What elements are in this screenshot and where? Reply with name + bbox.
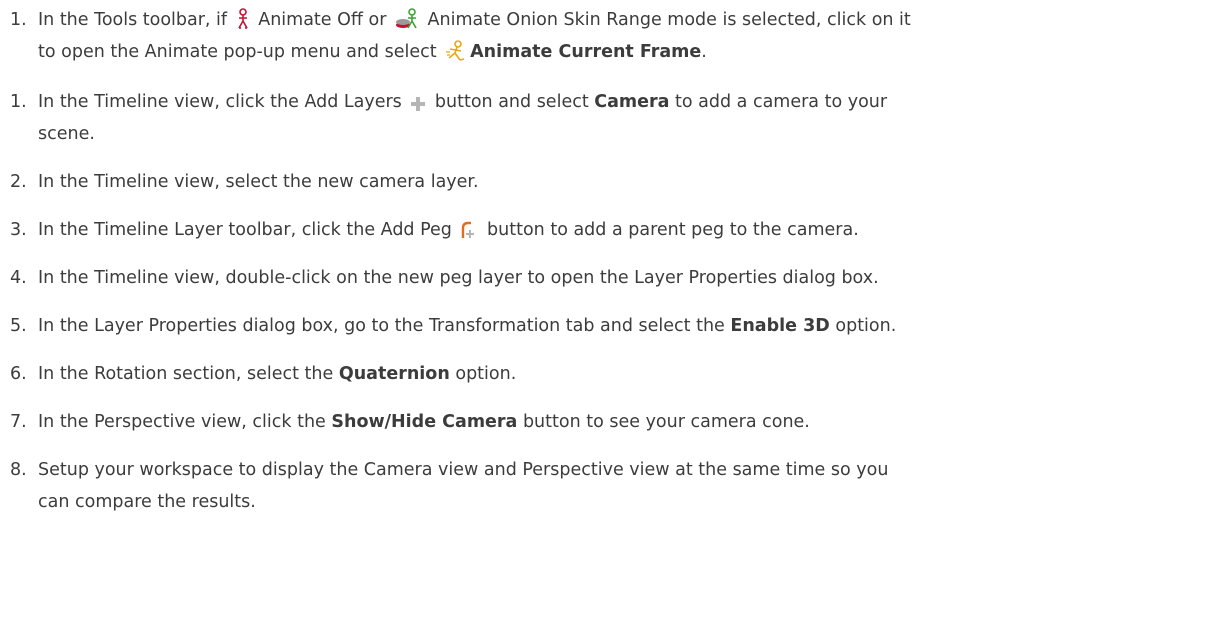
- add-peg-icon: [460, 220, 478, 240]
- animate-current-frame-icon: [445, 40, 467, 62]
- step-5: 5. In the Layer Properties dialog box, go…: [10, 310, 1205, 342]
- step-number: 4.: [10, 268, 27, 288]
- step-3: 3. In the Timeline Layer toolbar, click t…: [10, 214, 1205, 246]
- step-number: 5.: [10, 316, 27, 336]
- step-8: 8. Setup your workspace to display the Ca…: [10, 454, 1205, 518]
- step-1-tools: 1. In the Tools toolbar, if Animate Off o…: [10, 4, 1205, 68]
- step-number: 1.: [10, 92, 27, 112]
- add-layers-icon: [410, 96, 426, 112]
- instruction-steps: 1. In the Tools toolbar, if Animate Off o…: [0, 0, 1220, 634]
- step-number: 1.: [10, 10, 27, 30]
- step-2: 2. In the Timeline view, select the new c…: [10, 166, 1205, 198]
- step-number: 7.: [10, 412, 27, 432]
- step-1-camera: 1. In the Timeline view, click the Add La…: [10, 86, 1205, 150]
- bold-term: Animate Current Frame: [470, 42, 702, 62]
- bold-term: Show/Hide Camera: [331, 412, 518, 432]
- animate-onion-skin-range-icon: [395, 8, 419, 30]
- bold-term: Enable 3D: [730, 316, 830, 336]
- bold-term: Camera: [594, 92, 670, 112]
- step-number: 2.: [10, 172, 27, 192]
- step-7: 7. In the Perspective view, click the Sho…: [10, 406, 1205, 438]
- step-number: 6.: [10, 364, 27, 384]
- step-4: 4. In the Timeline view, double-click on …: [10, 262, 1205, 294]
- animate-off-icon: [236, 8, 250, 30]
- step-number: 3.: [10, 220, 27, 240]
- bold-term: Quaternion: [338, 364, 450, 384]
- step-number: 8.: [10, 460, 27, 480]
- step-6: 6. In the Rotation section, select the Qu…: [10, 358, 1205, 390]
